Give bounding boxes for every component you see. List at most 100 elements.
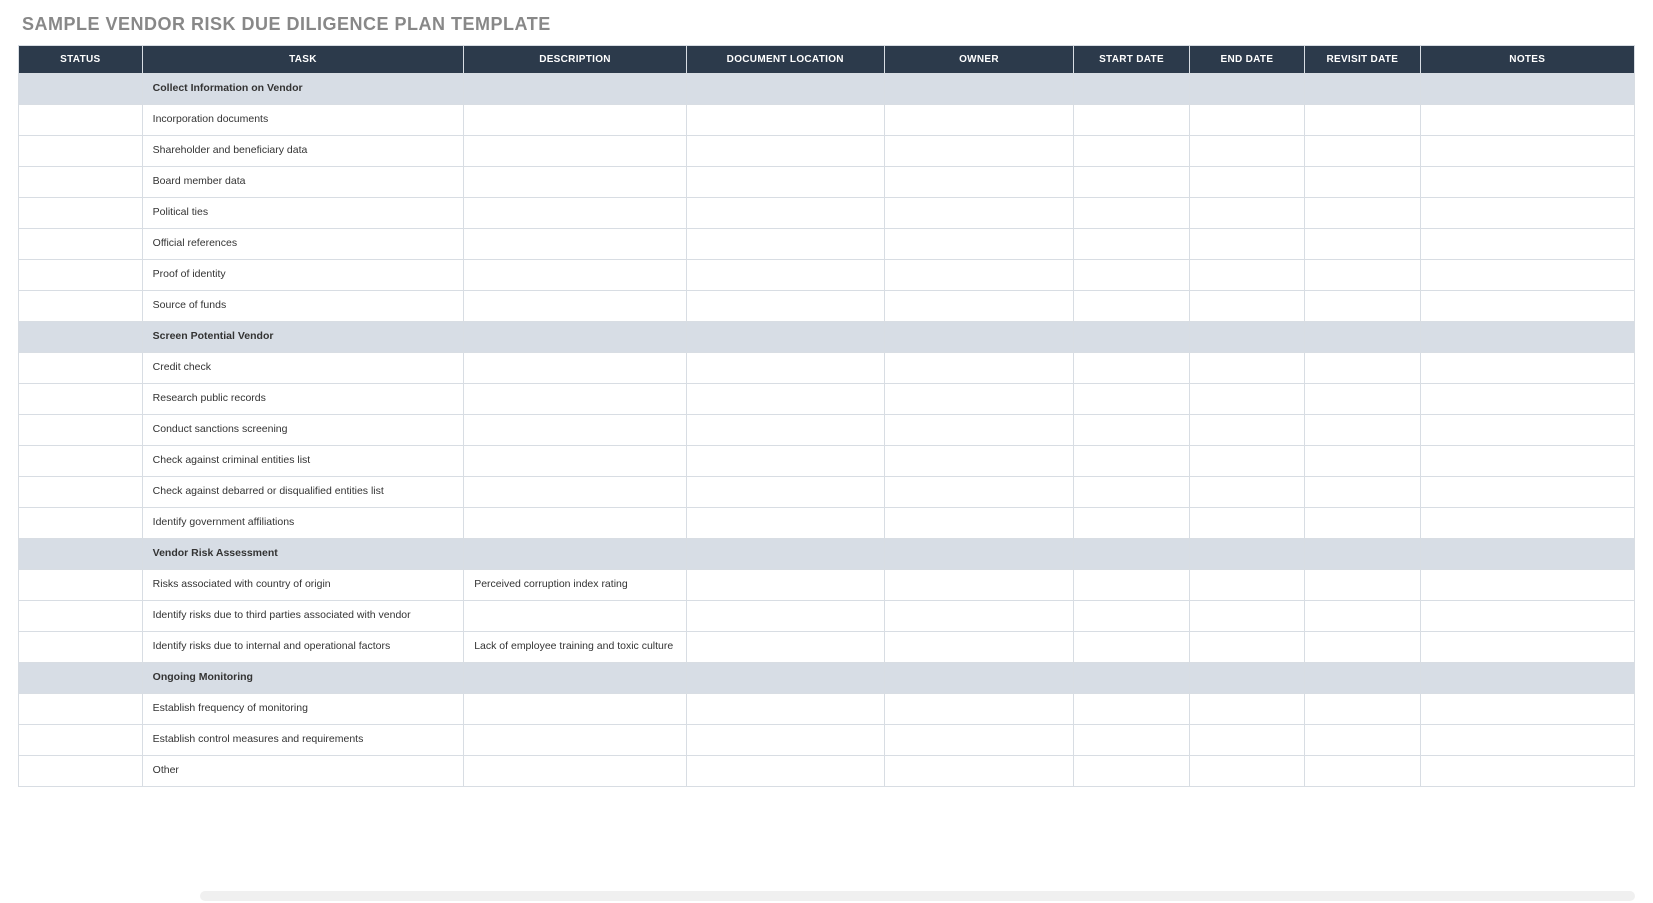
cell-end_date[interactable] (1189, 539, 1304, 570)
cell-task[interactable]: Establish control measures and requireme… (142, 725, 464, 756)
cell-owner[interactable] (884, 229, 1074, 260)
cell-status[interactable] (19, 198, 143, 229)
cell-description[interactable] (464, 539, 687, 570)
cell-revisit_date[interactable] (1305, 353, 1420, 384)
cell-notes[interactable] (1420, 539, 1634, 570)
cell-notes[interactable] (1420, 663, 1634, 694)
cell-doc_location[interactable] (686, 198, 884, 229)
cell-end_date[interactable] (1189, 229, 1304, 260)
cell-notes[interactable] (1420, 322, 1634, 353)
cell-notes[interactable] (1420, 384, 1634, 415)
cell-description[interactable] (464, 167, 687, 198)
cell-status[interactable] (19, 74, 143, 105)
cell-doc_location[interactable] (686, 632, 884, 663)
cell-owner[interactable] (884, 136, 1074, 167)
cell-description[interactable] (464, 694, 687, 725)
cell-task[interactable]: Political ties (142, 198, 464, 229)
cell-end_date[interactable] (1189, 508, 1304, 539)
cell-start_date[interactable] (1074, 446, 1189, 477)
cell-revisit_date[interactable] (1305, 229, 1420, 260)
cell-task[interactable]: Vendor Risk Assessment (142, 539, 464, 570)
cell-doc_location[interactable] (686, 353, 884, 384)
cell-status[interactable] (19, 384, 143, 415)
cell-notes[interactable] (1420, 198, 1634, 229)
cell-revisit_date[interactable] (1305, 477, 1420, 508)
cell-start_date[interactable] (1074, 725, 1189, 756)
cell-start_date[interactable] (1074, 539, 1189, 570)
cell-owner[interactable] (884, 291, 1074, 322)
cell-status[interactable] (19, 477, 143, 508)
cell-owner[interactable] (884, 105, 1074, 136)
cell-doc_location[interactable] (686, 539, 884, 570)
cell-doc_location[interactable] (686, 570, 884, 601)
cell-description[interactable] (464, 415, 687, 446)
cell-notes[interactable] (1420, 756, 1634, 787)
cell-doc_location[interactable] (686, 508, 884, 539)
cell-task[interactable]: Official references (142, 229, 464, 260)
cell-revisit_date[interactable] (1305, 539, 1420, 570)
cell-owner[interactable] (884, 601, 1074, 632)
cell-description[interactable] (464, 663, 687, 694)
cell-end_date[interactable] (1189, 167, 1304, 198)
cell-notes[interactable] (1420, 446, 1634, 477)
cell-owner[interactable] (884, 198, 1074, 229)
cell-description[interactable] (464, 508, 687, 539)
cell-status[interactable] (19, 291, 143, 322)
cell-end_date[interactable] (1189, 260, 1304, 291)
cell-start_date[interactable] (1074, 694, 1189, 725)
cell-description[interactable] (464, 322, 687, 353)
cell-start_date[interactable] (1074, 601, 1189, 632)
cell-end_date[interactable] (1189, 291, 1304, 322)
cell-end_date[interactable] (1189, 136, 1304, 167)
cell-notes[interactable] (1420, 260, 1634, 291)
cell-end_date[interactable] (1189, 570, 1304, 601)
cell-start_date[interactable] (1074, 136, 1189, 167)
cell-revisit_date[interactable] (1305, 322, 1420, 353)
cell-start_date[interactable] (1074, 198, 1189, 229)
cell-start_date[interactable] (1074, 260, 1189, 291)
cell-revisit_date[interactable] (1305, 167, 1420, 198)
cell-status[interactable] (19, 415, 143, 446)
cell-revisit_date[interactable] (1305, 415, 1420, 446)
cell-revisit_date[interactable] (1305, 198, 1420, 229)
cell-revisit_date[interactable] (1305, 74, 1420, 105)
cell-status[interactable] (19, 322, 143, 353)
cell-task[interactable]: Ongoing Monitoring (142, 663, 464, 694)
cell-doc_location[interactable] (686, 415, 884, 446)
cell-doc_location[interactable] (686, 756, 884, 787)
cell-start_date[interactable] (1074, 291, 1189, 322)
cell-description[interactable]: Perceived corruption index rating (464, 570, 687, 601)
cell-description[interactable] (464, 105, 687, 136)
cell-task[interactable]: Other (142, 756, 464, 787)
cell-status[interactable] (19, 725, 143, 756)
cell-start_date[interactable] (1074, 384, 1189, 415)
cell-description[interactable] (464, 601, 687, 632)
cell-status[interactable] (19, 663, 143, 694)
cell-doc_location[interactable] (686, 260, 884, 291)
cell-end_date[interactable] (1189, 384, 1304, 415)
cell-start_date[interactable] (1074, 353, 1189, 384)
cell-description[interactable] (464, 353, 687, 384)
cell-notes[interactable] (1420, 694, 1634, 725)
cell-end_date[interactable] (1189, 446, 1304, 477)
cell-status[interactable] (19, 570, 143, 601)
cell-revisit_date[interactable] (1305, 725, 1420, 756)
cell-end_date[interactable] (1189, 74, 1304, 105)
cell-description[interactable] (464, 260, 687, 291)
cell-status[interactable] (19, 632, 143, 663)
cell-doc_location[interactable] (686, 74, 884, 105)
cell-notes[interactable] (1420, 74, 1634, 105)
cell-start_date[interactable] (1074, 508, 1189, 539)
cell-doc_location[interactable] (686, 105, 884, 136)
cell-description[interactable] (464, 74, 687, 105)
cell-revisit_date[interactable] (1305, 601, 1420, 632)
cell-owner[interactable] (884, 322, 1074, 353)
cell-revisit_date[interactable] (1305, 570, 1420, 601)
cell-status[interactable] (19, 694, 143, 725)
cell-start_date[interactable] (1074, 756, 1189, 787)
cell-status[interactable] (19, 601, 143, 632)
cell-doc_location[interactable] (686, 601, 884, 632)
cell-start_date[interactable] (1074, 105, 1189, 136)
cell-start_date[interactable] (1074, 322, 1189, 353)
cell-description[interactable] (464, 756, 687, 787)
